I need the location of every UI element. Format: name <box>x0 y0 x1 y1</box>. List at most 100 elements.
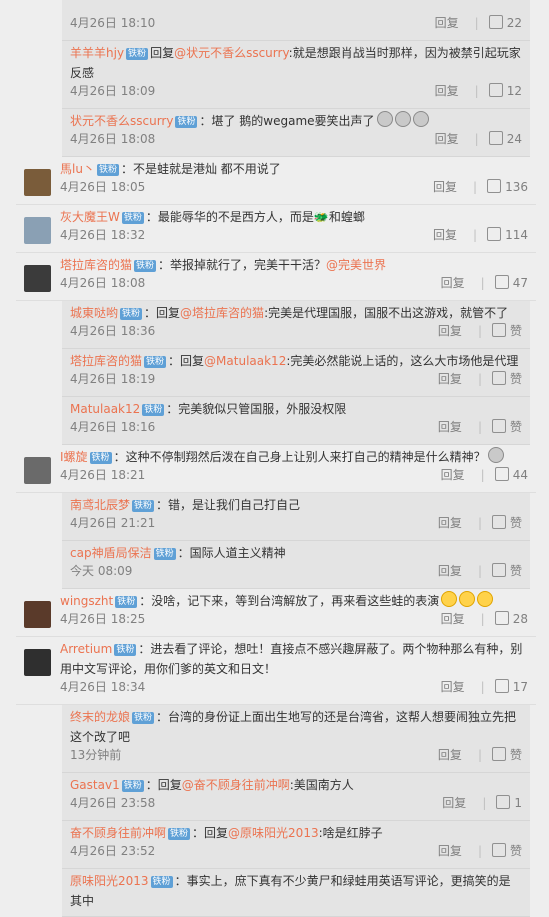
like-count[interactable]: 22 <box>507 16 522 30</box>
comment-text: wingszht 铁粉 ：没啥，记下来，等到台湾解放了，再来看这些蛙的表演 <box>60 591 528 611</box>
thumb-up-icon[interactable] <box>494 679 509 693</box>
username-link[interactable]: I螺旋 <box>60 450 88 464</box>
mention-link[interactable]: @完美世界 <box>326 258 386 272</box>
reply-button[interactable]: 回复 <box>438 564 462 578</box>
avatar[interactable] <box>24 217 51 244</box>
thumb-up-icon[interactable] <box>488 15 503 29</box>
reply-button[interactable]: 回复 <box>442 796 466 810</box>
reply-button[interactable]: 回复 <box>438 844 462 858</box>
reply-button[interactable]: 回复 <box>438 748 462 762</box>
like-count[interactable]: 赞 <box>510 844 522 858</box>
thumb-up-icon[interactable] <box>494 275 509 289</box>
username-link[interactable]: 塔拉库咨的猫 <box>70 354 142 368</box>
thumb-up-icon[interactable] <box>488 83 503 97</box>
username-link[interactable]: cap神盾局保洁 <box>70 546 152 560</box>
reply-button[interactable]: 回复 <box>435 132 459 146</box>
username-link[interactable]: 塔拉库咨的猫 <box>60 258 132 272</box>
comment-actions: 回复 | 赞 <box>438 746 522 763</box>
separator: | <box>474 84 479 98</box>
thumb-up-icon[interactable] <box>491 843 506 857</box>
username-link[interactable]: 羊羊羊hjy <box>70 46 124 60</box>
reply-button[interactable]: 回复 <box>438 420 462 434</box>
comment-text: 城東哒哟 铁粉 ：回复@塔拉库咨的猫:完美是代理国服，国服不出这游戏，就管不了 <box>70 303 522 323</box>
like-count[interactable]: 1 <box>514 796 522 810</box>
fan-badge: 铁粉 <box>121 212 144 224</box>
like-count[interactable]: 24 <box>507 132 522 146</box>
emoji-icon <box>487 447 504 463</box>
comment-text: 灰大魔王W 铁粉 ：最能辱华的不是西方人，而是🐲和蝗螂 <box>60 207 528 227</box>
reply-button[interactable]: 回复 <box>441 612 465 626</box>
reply-button[interactable]: 回复 <box>441 680 465 694</box>
mention-link[interactable]: @原味阳光2013 <box>228 826 319 840</box>
reply-button[interactable]: 回复 <box>441 276 465 290</box>
reply-button[interactable]: 回复 <box>438 516 462 530</box>
reply-item: Gastav1 铁粉 ：回复@奋不顾身往前冲啊:美国南方人 4月26日 23:58 回复… <box>62 773 530 821</box>
comment-actions: 回复 | 47 <box>441 274 528 291</box>
reply-button[interactable]: 回复 <box>441 468 465 482</box>
username-link[interactable]: 奋不顾身往前冲啊 <box>70 826 166 840</box>
thumb-up-icon[interactable] <box>494 467 509 481</box>
username-link[interactable]: 馬lu丶 <box>60 162 95 176</box>
avatar[interactable] <box>24 457 51 484</box>
thumb-up-icon[interactable] <box>487 227 502 241</box>
thumb-up-icon[interactable] <box>491 515 506 529</box>
reply-button[interactable]: 回复 <box>435 84 459 98</box>
like-count[interactable]: 赞 <box>510 372 522 386</box>
avatar[interactable] <box>24 601 51 628</box>
mention-link[interactable]: @塔拉库咨的猫 <box>180 306 264 320</box>
reply-item: 原味阳光2013 铁粉 ：事实上，庶下真有不少黄尸和绿蛙用英语写评论，更搞笑的是其中 <box>62 869 530 917</box>
username-link[interactable]: Matulaak12 <box>70 402 140 416</box>
username-link[interactable]: 灰大魔王W <box>60 210 120 224</box>
username-link[interactable]: 原味阳光2013 <box>70 874 149 888</box>
username-link[interactable]: 南鸢北辰梦 <box>70 498 130 512</box>
reply-button[interactable]: 回复 <box>438 372 462 386</box>
comment-actions: 回复 | 12 <box>435 82 522 99</box>
like-count[interactable]: 赞 <box>510 516 522 530</box>
fan-badge: 铁粉 <box>134 260 157 272</box>
avatar[interactable] <box>24 169 51 196</box>
thumb-up-icon[interactable] <box>491 323 506 337</box>
reply-button[interactable]: 回复 <box>438 324 462 338</box>
like-count[interactable]: 114 <box>505 228 528 242</box>
comment-text: Gastav1 铁粉 ：回复@奋不顾身往前冲啊:美国南方人 <box>70 775 522 795</box>
avatar[interactable] <box>24 265 51 292</box>
mention-link[interactable]: @Matulaak12 <box>204 354 286 368</box>
thumb-up-icon[interactable] <box>494 611 509 625</box>
comment-actions: 回复 | 赞 <box>438 842 522 859</box>
thumb-up-icon[interactable] <box>491 419 506 433</box>
like-count[interactable]: 17 <box>513 680 528 694</box>
username-link[interactable]: Arretium <box>60 642 112 656</box>
avatar[interactable] <box>24 649 51 676</box>
thumb-up-icon[interactable] <box>491 371 506 385</box>
fan-badge: 铁粉 <box>89 452 112 464</box>
reply-button[interactable]: 回复 <box>433 180 457 194</box>
username-link[interactable]: 城東哒哟 <box>70 306 118 320</box>
username-link[interactable]: 终末的龙娘 <box>70 710 130 724</box>
reply-button[interactable]: 回复 <box>433 228 457 242</box>
comment-body: ：不是蛙就是港灿 都不用说了 <box>120 162 281 176</box>
username-link[interactable]: Gastav1 <box>70 778 120 792</box>
comment-actions: 回复 | 赞 <box>438 322 522 339</box>
like-count[interactable]: 赞 <box>510 564 522 578</box>
thumb-up-icon[interactable] <box>487 179 502 193</box>
separator: | <box>477 564 482 578</box>
thumb-up-icon[interactable] <box>491 747 506 761</box>
like-count[interactable]: 44 <box>513 468 528 482</box>
like-count[interactable]: 47 <box>513 276 528 290</box>
mention-link[interactable]: @奋不顾身往前冲啊 <box>182 778 290 792</box>
reply-button[interactable]: 回复 <box>435 16 459 30</box>
comment-text: 终末的龙娘 铁粉 ：台湾的身份证上面出生地写的还是台湾省，这帮人想要闹独立先把这个改… <box>70 707 522 747</box>
thumb-up-icon[interactable] <box>496 795 511 809</box>
thumb-up-icon[interactable] <box>488 131 503 145</box>
mention-link[interactable]: @状元不香么sscurry <box>174 46 289 60</box>
like-count[interactable]: 赞 <box>510 324 522 338</box>
like-count[interactable]: 136 <box>505 180 528 194</box>
thumb-up-icon[interactable] <box>491 563 506 577</box>
like-count[interactable]: 赞 <box>510 748 522 762</box>
like-count[interactable]: 28 <box>513 612 528 626</box>
username-link[interactable]: 状元不香么sscurry <box>70 114 173 128</box>
username-link[interactable]: wingszht <box>60 594 113 608</box>
like-count[interactable]: 赞 <box>510 420 522 434</box>
timestamp: 4月26日 21:21 <box>70 516 156 530</box>
like-count[interactable]: 12 <box>507 84 522 98</box>
